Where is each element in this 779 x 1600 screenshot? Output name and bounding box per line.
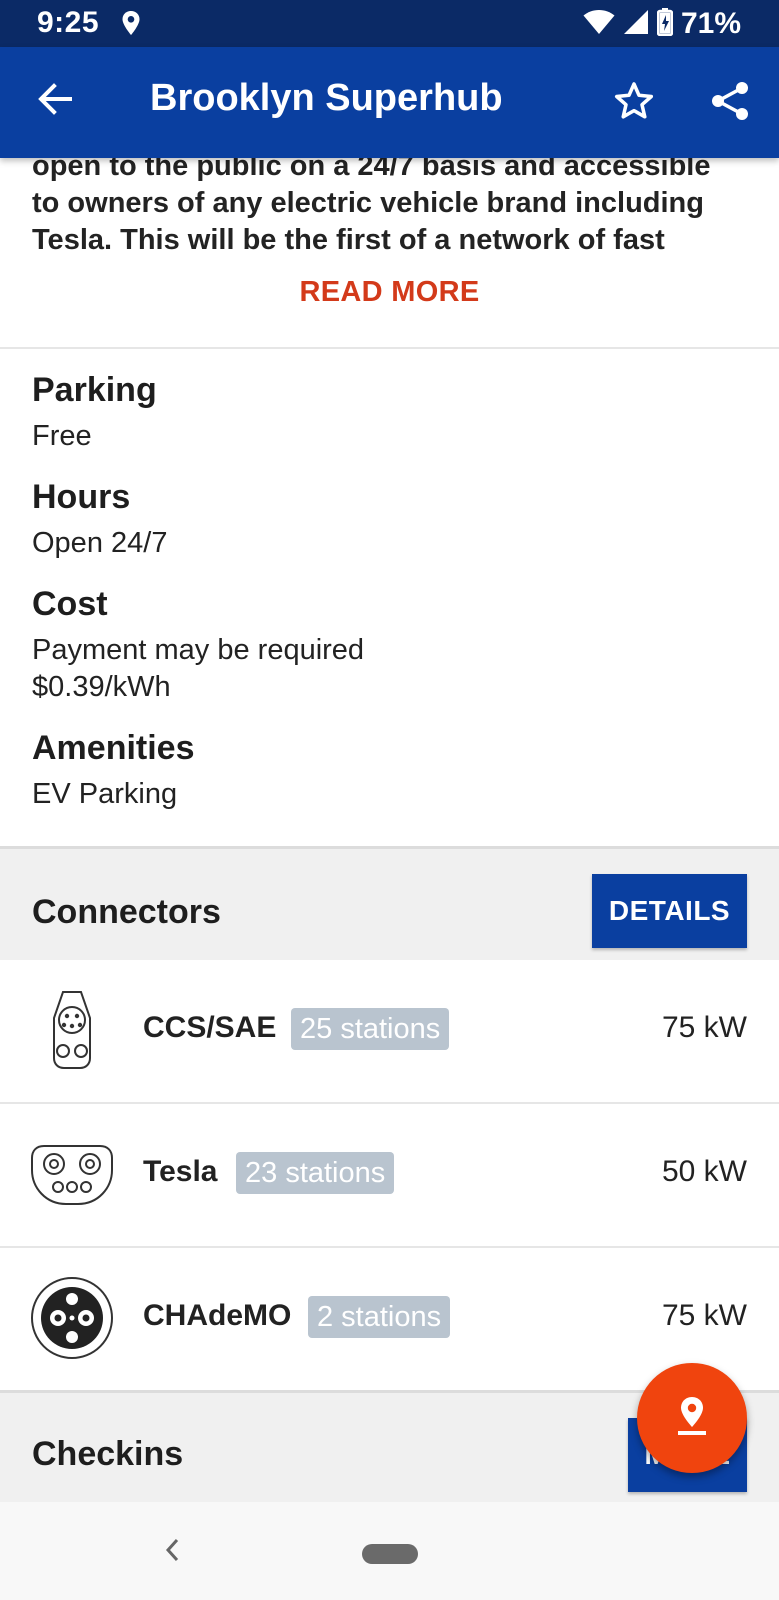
home-pill[interactable] <box>362 1544 418 1564</box>
connector-power: 75 kW <box>661 1011 747 1044</box>
description-text: open to the public on a 24/7 basis and a… <box>32 148 752 259</box>
details-button[interactable]: DETAILS <box>592 874 747 948</box>
connector-power: 50 kW <box>661 1155 747 1188</box>
description-line: to owners of any electric vehicle brand … <box>32 187 704 219</box>
parking-label: Parking <box>32 371 157 409</box>
read-more-button[interactable]: READ MORE <box>0 276 779 309</box>
location-icon <box>121 10 141 41</box>
battery-percent: 71% <box>680 7 741 40</box>
amenities-value: EV Parking <box>32 778 178 810</box>
wifi-icon <box>583 9 615 40</box>
directions-fab[interactable] <box>637 1363 747 1473</box>
star-outline-icon[interactable] <box>614 81 654 126</box>
connector-name: CHAdeMO <box>143 1299 292 1332</box>
hours-label: Hours <box>32 478 131 516</box>
connector-row-ccs[interactable]: CCS/SAE 25 stations 75 kW <box>0 960 779 1102</box>
cost-rate: $0.39/kWh <box>32 671 171 703</box>
cost-label: Cost <box>32 585 108 623</box>
battery-charging-icon <box>656 7 674 41</box>
status-time: 9:25 <box>37 6 100 39</box>
divider <box>0 347 779 349</box>
stations-badge: 25 stations <box>291 1008 450 1050</box>
hours-value: Open 24/7 <box>32 527 168 559</box>
connector-row-tesla[interactable]: Tesla 23 stations 50 kW <box>0 1104 779 1246</box>
connector-row-chademo[interactable]: CHAdeMO 2 stations 75 kW <box>0 1248 779 1390</box>
share-icon[interactable] <box>710 81 750 126</box>
connector-name: Tesla <box>143 1155 218 1188</box>
tesla-plug-icon <box>30 1132 114 1216</box>
connectors-title: Connectors <box>32 893 221 931</box>
stations-badge: 23 stations <box>236 1152 395 1194</box>
map-pin-icon <box>675 1396 709 1441</box>
page-title: Brooklyn Superhub <box>150 77 503 119</box>
connector-power: 75 kW <box>661 1299 747 1332</box>
status-bar: 9:25 71% <box>0 0 779 47</box>
amenities-label: Amenities <box>32 729 195 767</box>
system-nav-bar <box>0 1502 779 1600</box>
connectors-header: Connectors DETAILS <box>0 849 779 960</box>
chademo-plug-icon <box>30 1276 114 1360</box>
nav-back-icon[interactable] <box>163 1536 181 1569</box>
description-line: Tesla. This will be the first of a netwo… <box>32 224 665 256</box>
ccs-sae-plug-icon <box>30 988 114 1072</box>
stations-badge: 2 stations <box>308 1296 451 1338</box>
connector-name: CCS/SAE <box>143 1011 277 1044</box>
checkins-title: Checkins <box>32 1435 184 1473</box>
back-arrow-icon[interactable] <box>36 81 72 122</box>
app-bar: Brooklyn Superhub <box>0 47 779 158</box>
cell-signal-icon <box>623 9 649 40</box>
cost-value: Payment may be required <box>32 634 365 666</box>
parking-value: Free <box>32 420 92 452</box>
